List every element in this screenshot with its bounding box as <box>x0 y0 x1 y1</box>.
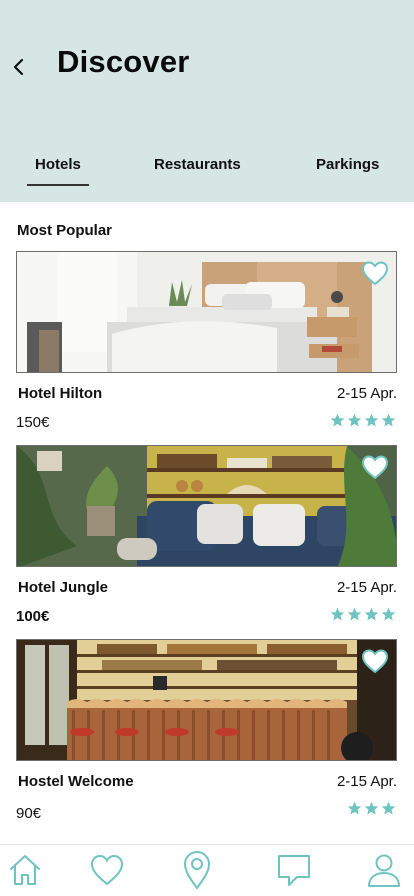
heart-icon <box>90 854 124 886</box>
star-icon <box>364 607 379 621</box>
hostel-bar-photo[interactable] <box>16 639 397 761</box>
chevron-left-icon <box>13 58 24 76</box>
tab-hotels[interactable]: Hotels <box>35 156 81 173</box>
bottom-nav <box>0 844 414 896</box>
favorite-heart-icon[interactable] <box>361 260 389 286</box>
tab-parkings[interactable]: Parkings <box>316 156 379 173</box>
page-title: Discover <box>57 44 190 79</box>
hotel-name[interactable]: Hotel Jungle <box>18 579 108 596</box>
favorite-heart-icon[interactable] <box>361 454 389 480</box>
hotel-dates: 2-15 Apr. <box>336 579 397 596</box>
star-icon <box>381 607 396 621</box>
hotel-dates: 2-15 Apr. <box>336 773 397 790</box>
star-icon <box>381 413 396 427</box>
hotel-price: 100€ <box>16 608 50 625</box>
hostel-bar-photo-art <box>17 640 396 760</box>
hotel-dates: 2-15 Apr. <box>336 385 397 402</box>
hotel-bedroom-photo-art <box>17 252 396 372</box>
star-icon <box>347 413 362 427</box>
rating-stars <box>330 607 396 623</box>
hotel-name[interactable]: Hotel Hilton <box>18 385 102 402</box>
favorite-heart-icon[interactable] <box>361 648 389 674</box>
star-icon <box>347 607 362 621</box>
nav-favorites[interactable] <box>87 849 127 891</box>
section-title: Most Popular <box>17 222 113 239</box>
user-icon <box>368 854 400 887</box>
map-pin-icon <box>183 850 211 890</box>
rating-stars <box>347 801 396 817</box>
hotel-lounge-photo-art <box>17 446 396 566</box>
tab-restaurants[interactable]: Restaurants <box>154 156 241 173</box>
nav-profile[interactable] <box>364 849 404 891</box>
hotel-price: 90€ <box>16 805 42 822</box>
header: Discover Hotels Restaurants Parkings <box>0 0 414 202</box>
back-button[interactable] <box>8 52 30 82</box>
star-icon <box>364 413 379 427</box>
hotel-lounge-photo[interactable] <box>16 445 397 567</box>
star-icon <box>347 801 362 815</box>
rating-stars <box>330 413 396 429</box>
nav-messages[interactable] <box>274 849 314 891</box>
chat-icon <box>278 855 310 886</box>
home-icon <box>10 855 40 885</box>
star-icon <box>381 801 396 815</box>
active-tab-indicator <box>27 184 89 186</box>
nav-home[interactable] <box>5 849 45 891</box>
hotel-name[interactable]: Hostel Welcome <box>18 773 134 790</box>
star-icon <box>330 607 345 621</box>
nav-map[interactable] <box>177 849 217 891</box>
star-icon <box>330 413 345 427</box>
hotel-bedroom-photo[interactable] <box>16 251 397 373</box>
hotel-price: 150€ <box>16 414 50 431</box>
star-icon <box>364 801 379 815</box>
